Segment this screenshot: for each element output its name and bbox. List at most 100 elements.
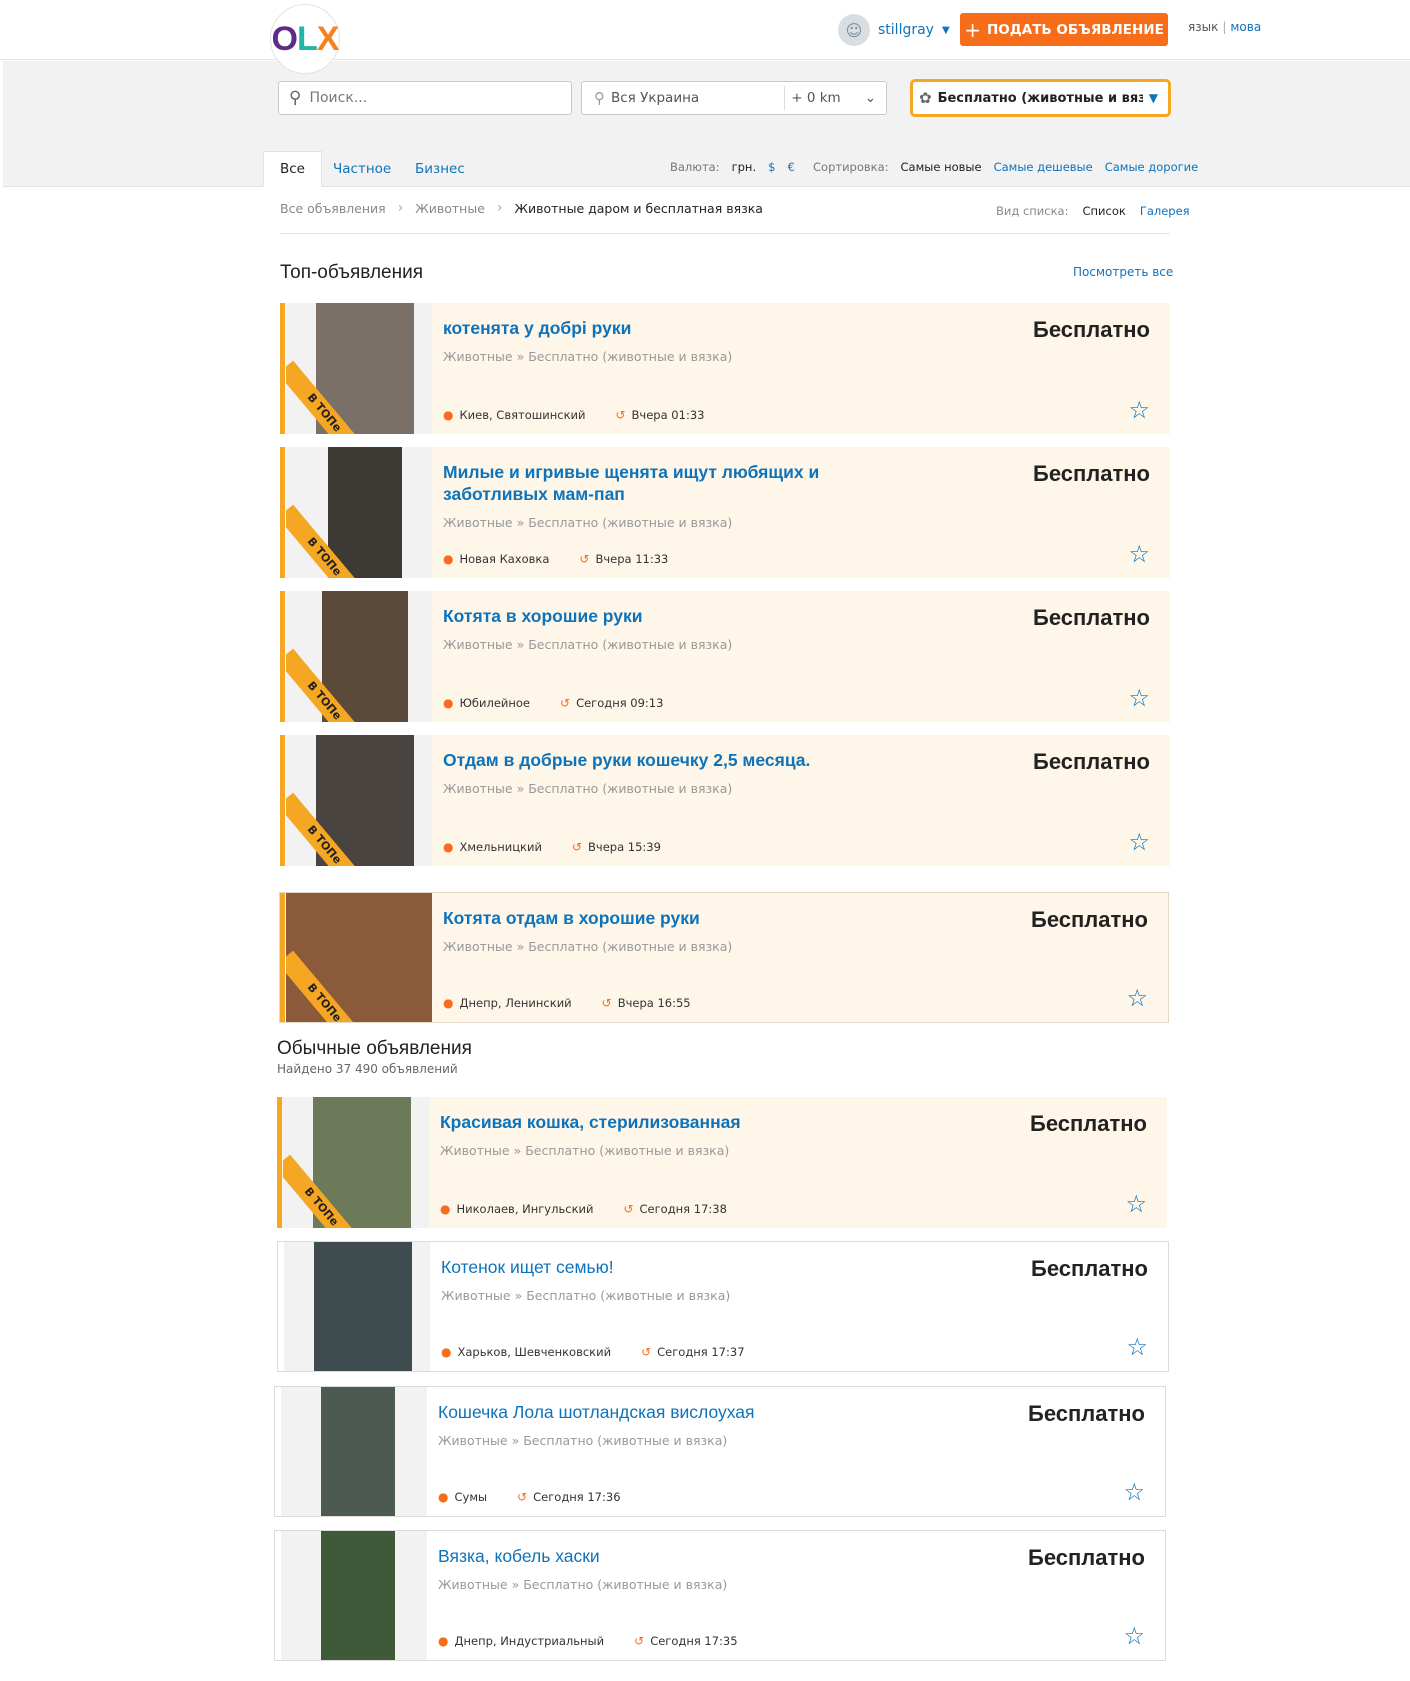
listing-category: Животные » Бесплатно (животные и вязка): [438, 1433, 728, 1448]
listing-time: Сегодня 17:36: [533, 1490, 621, 1504]
star-icon[interactable]: ☆: [1123, 1624, 1145, 1648]
sort-newest[interactable]: Самые новые: [901, 160, 982, 174]
listing-category: Животные » Бесплатно (животные и вязка): [443, 939, 733, 954]
star-icon[interactable]: ☆: [1128, 542, 1150, 566]
currency-uah[interactable]: грн.: [732, 160, 757, 174]
tab-private[interactable]: Частное: [317, 151, 407, 187]
star-icon[interactable]: ☆: [1123, 1480, 1145, 1504]
listing-category: Животные » Бесплатно (животные и вязка): [443, 781, 733, 796]
olx-logo[interactable]: OLX: [270, 4, 340, 74]
paw-icon: ✿: [919, 89, 932, 107]
listing-card[interactable]: В ТОПе Милые и игривые щенята ищут любящи…: [280, 447, 1170, 578]
chevron-down-icon: ⌄: [864, 90, 876, 106]
results-count: Найдено 37 490 объявлений: [277, 1062, 458, 1076]
listing-category: Животные » Бесплатно (животные и вязка): [443, 349, 733, 364]
sort-cheapest[interactable]: Самые дешевые: [994, 160, 1093, 174]
listing-thumbnail[interactable]: [281, 1387, 427, 1516]
currency-usd[interactable]: $: [768, 160, 775, 174]
view-gallery[interactable]: Галерея: [1140, 204, 1190, 218]
star-icon[interactable]: ☆: [1128, 830, 1150, 854]
location-pin-icon: ●: [443, 552, 454, 566]
clock-icon: ↺: [579, 552, 590, 566]
filter-row: Все Частное Бизнес Валюта: грн. $ € Сорт…: [3, 135, 1410, 187]
star-icon[interactable]: ☆: [1128, 398, 1150, 422]
star-icon[interactable]: ☆: [1128, 686, 1150, 710]
listing-title[interactable]: Отдам в добрые руки кошечку 2,5 месяца.: [443, 749, 883, 771]
listing-thumbnail[interactable]: В ТОПе: [286, 303, 432, 434]
listing-thumbnail[interactable]: В ТОПе: [286, 893, 432, 1022]
breadcrumb: Все объявления › Животные › Животные дар…: [280, 200, 763, 216]
breadcrumb-all[interactable]: Все объявления: [280, 201, 386, 216]
listing-thumbnail[interactable]: [284, 1242, 430, 1371]
search-placeholder: Поиск...: [309, 90, 368, 106]
search-input[interactable]: ⚲ Поиск...: [278, 81, 572, 115]
location-pin-icon: ●: [438, 1490, 449, 1504]
listing-time: Сегодня 17:37: [657, 1345, 745, 1359]
listing-photo: [321, 1387, 395, 1516]
listing-location: Николаев, Ингульский: [456, 1202, 594, 1216]
listing-time: Вчера 15:39: [588, 840, 661, 854]
listing-location: Киев, Святошинский: [459, 408, 586, 422]
listing-price: Бесплатно: [1033, 749, 1150, 774]
star-icon[interactable]: ☆: [1125, 1192, 1147, 1216]
listing-photo: [321, 1531, 395, 1660]
listing-location: Харьков, Шевченковский: [457, 1345, 612, 1359]
listing-title[interactable]: Кошечка Лола шотландская вислоухая: [438, 1401, 878, 1423]
listing-card[interactable]: В ТОПе Отдам в добрые руки кошечку 2,5 ме…: [280, 735, 1170, 866]
star-icon[interactable]: ☆: [1126, 986, 1148, 1010]
location-field[interactable]: ⚲ Вся Украина + 0 km ⌄: [581, 81, 887, 115]
listing-thumbnail[interactable]: В ТОПе: [286, 735, 432, 866]
listing-meta: ● Сумы ↺ Сегодня 17:36: [438, 1490, 621, 1504]
listing-title[interactable]: Милые и игривые щенята ищут любящих и за…: [443, 461, 883, 505]
listing-title[interactable]: котенята у добрі руки: [443, 317, 883, 339]
listing-location: Новая Каховка: [459, 552, 550, 566]
listing-card[interactable]: В ТОПе котенята у добрі руки Животные » Бе…: [280, 303, 1170, 434]
tab-business[interactable]: Бизнес: [399, 151, 481, 187]
lang-ru[interactable]: язык: [1188, 20, 1218, 34]
clock-icon: ↺: [517, 1490, 528, 1504]
listing-card[interactable]: Котенок ищет семью! Животные » Бесплатно …: [277, 1241, 1169, 1372]
location-pin-icon: ⚲: [594, 89, 605, 107]
see-all-link[interactable]: Посмотреть все: [1073, 265, 1173, 279]
listing-category: Животные » Бесплатно (животные и вязка): [438, 1577, 728, 1592]
radius-select[interactable]: + 0 km ⌄: [784, 86, 886, 110]
listing-thumbnail[interactable]: [281, 1531, 427, 1660]
listing-time: Вчера 16:55: [617, 996, 691, 1010]
listing-thumbnail[interactable]: В ТОПе: [286, 447, 432, 578]
tab-all[interactable]: Все: [263, 151, 322, 187]
listing-price: Бесплатно: [1031, 907, 1148, 932]
listing-location: Сумы: [454, 1490, 488, 1504]
listing-title[interactable]: Красивая кошка, стерилизованная: [440, 1111, 880, 1133]
listing-meta: ● Новая Каховка ↺ Вчера 11:33: [443, 552, 668, 566]
location-pin-icon: ●: [438, 1634, 449, 1648]
listing-card[interactable]: В ТОПе Красивая кошка, стерилизованная Жив…: [277, 1097, 1167, 1228]
listing-card[interactable]: Вязка, кобель хаски Животные » Бесплатно …: [274, 1530, 1166, 1661]
listing-title[interactable]: Котенок ищет семью!: [441, 1256, 881, 1278]
lang-ua[interactable]: мова: [1230, 20, 1261, 34]
listing-title[interactable]: Котята в хорошие руки: [443, 605, 883, 627]
listing-title[interactable]: Вязка, кобель хаски: [438, 1545, 878, 1567]
listing-time: Вчера 01:33: [631, 408, 705, 422]
listing-card[interactable]: В ТОПе Котята отдам в хорошие руки Животны…: [279, 892, 1169, 1023]
user-menu[interactable]: ☺ stillgray ▼: [838, 14, 950, 46]
listing-title[interactable]: Котята отдам в хорошие руки: [443, 907, 883, 929]
breadcrumb-animals[interactable]: Животные: [415, 201, 485, 216]
listing-price: Бесплатно: [1033, 461, 1150, 486]
sort-expensive[interactable]: Самые дорогие: [1105, 160, 1198, 174]
listing-thumbnail[interactable]: В ТОПе: [283, 1097, 429, 1228]
top-stripe: [280, 893, 285, 1022]
listing-meta: ● Юбилейное ↺ Сегодня 09:13: [443, 696, 663, 710]
top-stripe: [277, 1097, 282, 1228]
listing-thumbnail[interactable]: В ТОПе: [286, 591, 432, 722]
post-ad-button[interactable]: + ПОДАТЬ ОБЪЯВЛЕНИЕ: [960, 13, 1168, 46]
currency-eur[interactable]: €: [787, 160, 794, 174]
listing-card[interactable]: Кошечка Лола шотландская вислоухая Животн…: [274, 1386, 1166, 1517]
listing-price: Бесплатно: [1031, 1256, 1148, 1281]
clock-icon: ↺: [560, 696, 571, 710]
view-list[interactable]: Список: [1082, 204, 1125, 218]
listing-card[interactable]: В ТОПе Котята в хорошие руки Животные » Бе…: [280, 591, 1170, 722]
star-icon[interactable]: ☆: [1126, 1335, 1148, 1359]
radius-value: + 0 km: [791, 90, 841, 106]
listing-photo: [328, 447, 402, 578]
category-select[interactable]: ✿ Бесплатно (животные и вяз... ▼: [910, 79, 1171, 117]
